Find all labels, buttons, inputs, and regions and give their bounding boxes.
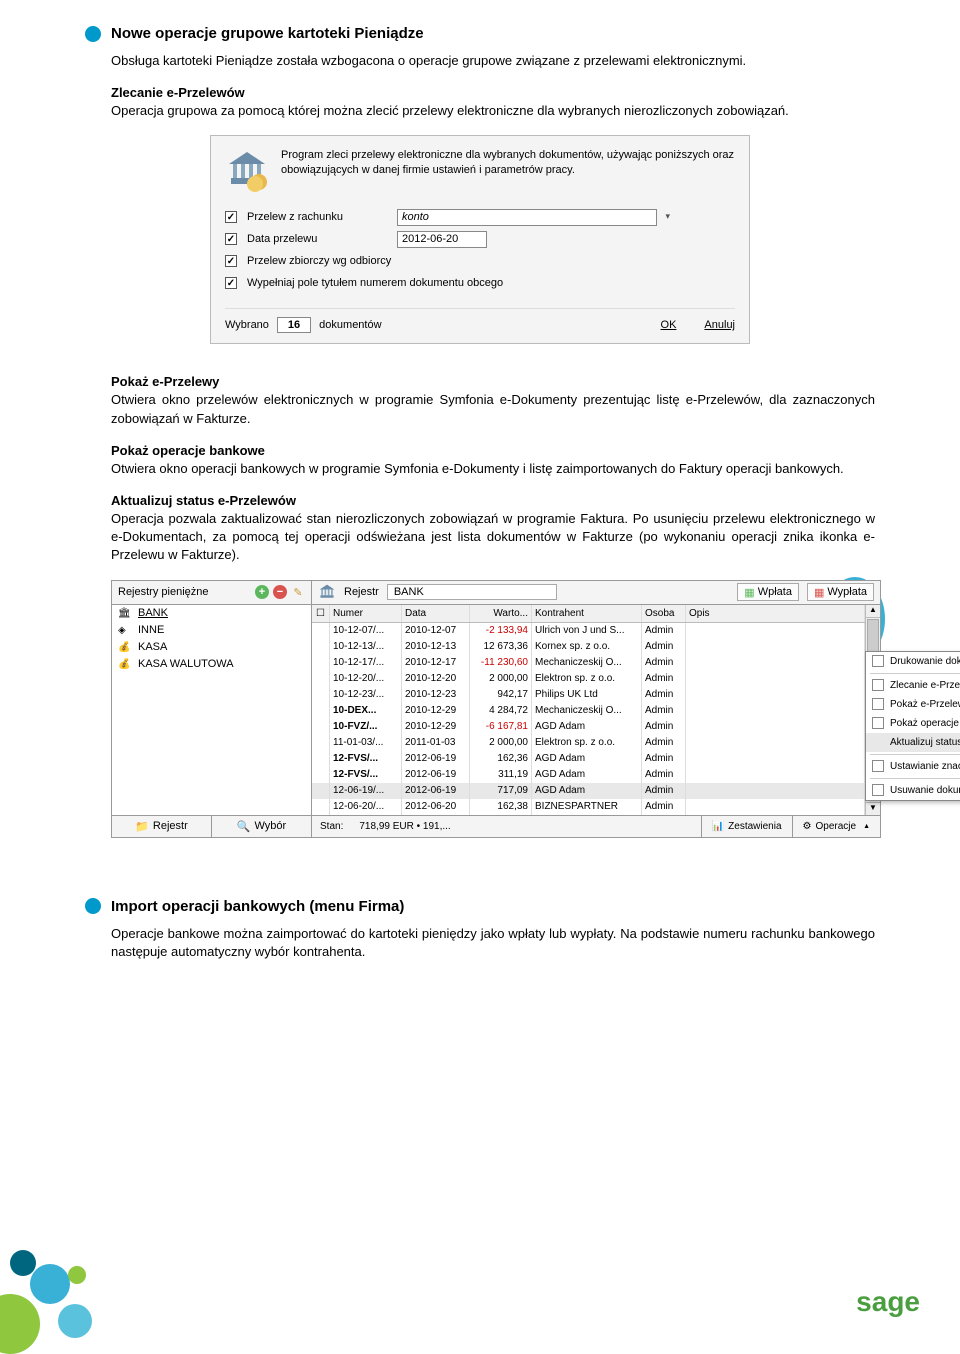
col-select[interactable]: ☐ xyxy=(312,605,330,622)
register-tab-button[interactable]: 📁Rejestr xyxy=(112,816,212,837)
sub-2-text: Otwiera okno przelewów elektronicznych w… xyxy=(111,391,875,427)
checkbox-icon[interactable]: ✓ xyxy=(225,255,237,267)
cash-registers-window: Rejestry pieniężne + − ✎ 🏛BANK◈INNE💰KASA… xyxy=(111,580,881,838)
table-row[interactable]: 12-FVS/...2012-06-19162,36AGD AdamAdmin xyxy=(312,751,865,767)
register-item[interactable]: 💰KASA WALUTOWA xyxy=(112,656,311,673)
checkbox-icon[interactable]: ✓ xyxy=(225,277,237,289)
e-przelewy-dialog: Program zleci przelewy elektroniczne dla… xyxy=(210,135,750,344)
dialog-row-date: ✓ Data przelewu 2012-06-20 xyxy=(225,228,735,250)
register-item[interactable]: ◈INNE xyxy=(112,622,311,639)
balance-value: 718,99 EUR • 191,... xyxy=(351,821,458,832)
table-row[interactable]: 10-12-07/...2010-12-07-2 133,94Ulrich vo… xyxy=(312,623,865,639)
balance-label: Stan: xyxy=(312,821,351,832)
selected-count: 16 xyxy=(277,317,311,333)
account-select[interactable]: konto xyxy=(397,209,657,226)
section-1-intro: Obsługa kartoteki Pieniądze została wzbo… xyxy=(111,52,875,70)
decorative-circles xyxy=(0,1234,150,1334)
table-row[interactable]: 12-06-20/...2012-06-20162,38BIZNESPARTNE… xyxy=(312,799,865,815)
section-1-title: Nowe operacje grupowe kartoteki Pieniądz… xyxy=(111,25,424,42)
add-icon[interactable]: + xyxy=(255,585,269,599)
table-row[interactable]: 12-FVS/...2012-06-19311,19AGD AdamAdmin xyxy=(312,767,865,783)
register-label: Rejestr xyxy=(344,586,379,598)
register-value[interactable]: BANK xyxy=(387,584,557,600)
dialog-label-fill-title: Wypełniaj pole tytułem numerem dokumentu… xyxy=(247,277,503,289)
dialog-row-collective: ✓ Przelew zbiorczy wg odbiorcy xyxy=(225,250,735,272)
ctx-pokaz-przelewy[interactable]: Pokaż e-Przelewy... xyxy=(866,695,960,714)
withdraw-button[interactable]: ▦Wypłata xyxy=(807,583,874,601)
documents-label: dokumentów xyxy=(319,319,381,331)
reports-button[interactable]: 📊Zestawienia xyxy=(701,816,792,837)
dialog-description: Program zleci przelewy elektroniczne dla… xyxy=(281,148,735,192)
dialog-label-date: Data przelewu xyxy=(247,233,397,245)
col-kontrahent[interactable]: Kontrahent xyxy=(532,605,642,622)
section-2-title: Import operacji bankowych (menu Firma) xyxy=(111,898,404,915)
sub-4-text: Operacja pozwala zaktualizować stan nier… xyxy=(111,510,875,565)
operations-button[interactable]: ⚙Operacje▲ xyxy=(792,816,880,837)
ctx-pokaz-operacje[interactable]: Pokaż operacje bankowe... xyxy=(866,714,960,733)
dialog-row-account: ✓ Przelew z rachunku konto xyxy=(225,206,735,228)
table-row[interactable]: 10-12-17/...2010-12-17-11 230,60Mechanic… xyxy=(312,655,865,671)
registers-sidebar: Rejestry pieniężne + − ✎ 🏛BANK◈INNE💰KASA… xyxy=(112,581,312,837)
checkbox-icon[interactable]: ✓ xyxy=(225,211,237,223)
table-row[interactable]: 10-FVZ/...2010-12-29-6 167,81AGD AdamAdm… xyxy=(312,719,865,735)
table-row[interactable]: 12-06-19/...2012-06-19717,09AGD AdamAdmi… xyxy=(312,783,865,799)
bank-icon xyxy=(225,148,269,192)
operations-context-menu: Drukowanie dokumentów ... Zlecanie e-Prz… xyxy=(865,651,960,801)
col-opis[interactable]: Opis xyxy=(686,605,865,622)
deposit-button[interactable]: ▦Wpłata xyxy=(737,583,799,601)
section-2-text: Operacje bankowe można zaimportować do k… xyxy=(111,925,875,961)
sub-1-text: Operacja grupowa za pomocą której można … xyxy=(111,102,875,120)
cancel-button[interactable]: Anuluj xyxy=(704,319,735,331)
table-row[interactable]: 11-01-03/...2011-01-032 000,00Elektron s… xyxy=(312,735,865,751)
ctx-print-docs[interactable]: Drukowanie dokumentów ... xyxy=(866,652,960,671)
sub-2-title: Pokaż e-Przelewy xyxy=(111,374,875,389)
dialog-footer: Wybrano 16 dokumentów OK Anuluj xyxy=(225,308,735,333)
edit-icon[interactable]: ✎ xyxy=(291,585,305,599)
col-numer[interactable]: Numer xyxy=(330,605,402,622)
table-header: ☐ Numer Data Warto... Kontrahent Osoba O… xyxy=(312,605,865,623)
registers-title: Rejestry pieniężne xyxy=(118,586,251,598)
sub-1-title: Zlecanie e-Przelewów xyxy=(111,85,875,100)
table-row[interactable]: 10-12-23/...2010-12-23942,17Philips UK L… xyxy=(312,687,865,703)
dialog-label-account: Przelew z rachunku xyxy=(247,211,397,223)
dialog-row-fill-title: ✓ Wypełniaj pole tytułem numerem dokumen… xyxy=(225,272,735,294)
register-item[interactable]: 💰KASA xyxy=(112,639,311,656)
ok-button[interactable]: OK xyxy=(661,319,677,331)
checkbox-icon[interactable]: ✓ xyxy=(225,233,237,245)
bullet-icon xyxy=(85,26,101,42)
ctx-ustawianie[interactable]: Ustawianie znacznika ... xyxy=(866,757,960,776)
selection-tab-button[interactable]: 🔍Wybór xyxy=(212,816,311,837)
table-row[interactable]: 10-12-20/...2010-12-202 000,00Elektron s… xyxy=(312,671,865,687)
bank-small-icon xyxy=(318,583,336,601)
table-row[interactable]: 10-12-13/...2010-12-1312 673,36Kornex sp… xyxy=(312,639,865,655)
col-warto[interactable]: Warto... xyxy=(470,605,532,622)
remove-icon[interactable]: − xyxy=(273,585,287,599)
table-row[interactable]: 10-DEX...2010-12-294 284,72Mechaniczeski… xyxy=(312,703,865,719)
col-osoba[interactable]: Osoba xyxy=(642,605,686,622)
register-item[interactable]: 🏛BANK xyxy=(112,605,311,622)
sub-3-title: Pokaż operacje bankowe xyxy=(111,443,875,458)
col-data[interactable]: Data xyxy=(402,605,470,622)
dialog-label-collective: Przelew zbiorczy wg odbiorcy xyxy=(247,255,391,267)
sage-logo: sage xyxy=(856,1286,920,1318)
sub-3-text: Otwiera okno operacji bankowych w progra… xyxy=(111,460,875,478)
bullet-icon xyxy=(85,898,101,914)
ctx-aktualizuj[interactable]: Aktualizuj status e-Przelewów... xyxy=(866,733,960,752)
selected-label: Wybrano xyxy=(225,319,269,331)
section-1-header: Nowe operacje grupowe kartoteki Pieniądz… xyxy=(85,25,875,42)
ctx-usuwanie[interactable]: Usuwanie dokumentów ... xyxy=(866,781,960,800)
date-input[interactable]: 2012-06-20 xyxy=(397,231,487,248)
sub-4-title: Aktualizuj status e-Przelewów xyxy=(111,493,875,508)
ctx-zlecanie[interactable]: Zlecanie e-Przelewów... xyxy=(866,676,960,695)
section-2-header: Import operacji bankowych (menu Firma) xyxy=(85,898,875,915)
